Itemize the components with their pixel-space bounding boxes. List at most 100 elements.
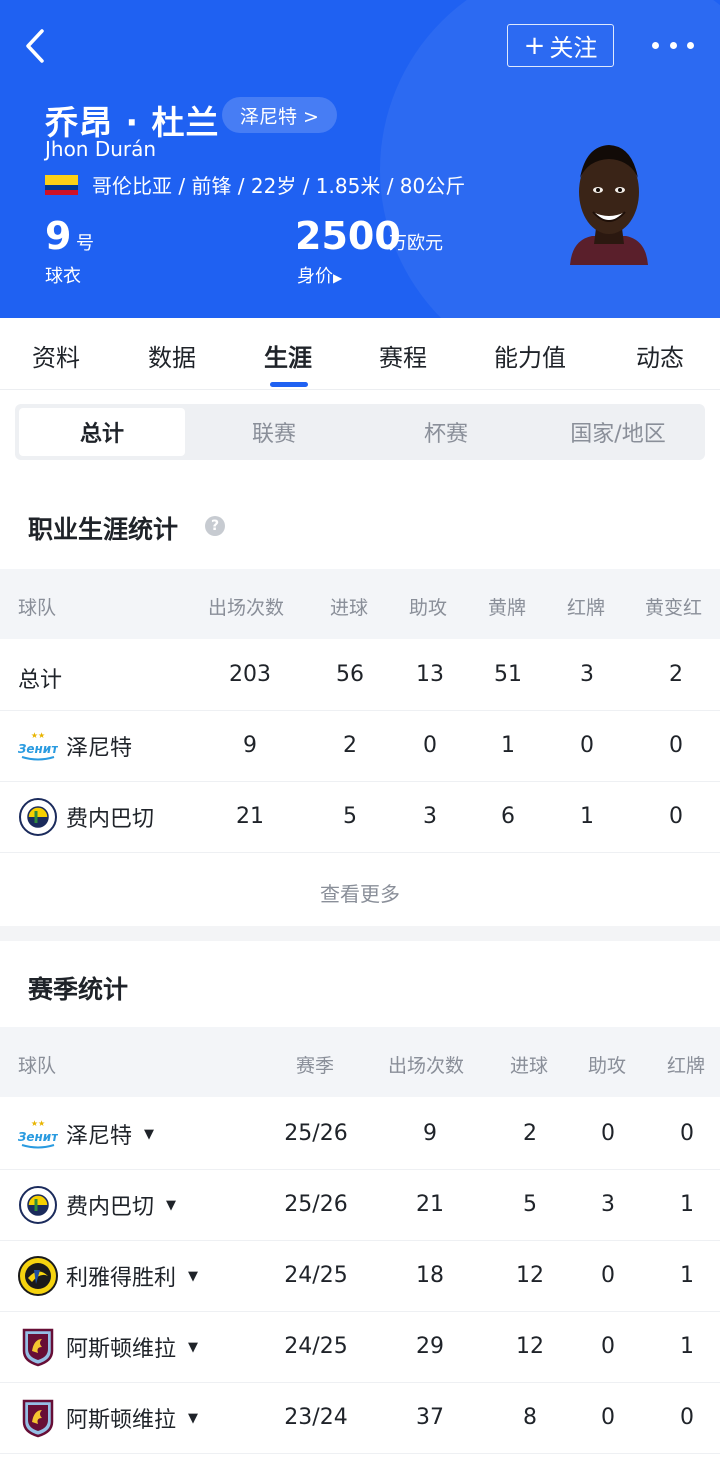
assists-value: 3	[601, 1192, 615, 1217]
table-row[interactable]: 费内巴切 ▼ 25/26 21 5 3 1	[0, 1170, 720, 1241]
svg-text:Зенит: Зенит	[18, 1130, 58, 1144]
season-stats-card: 赛季统计 球队 赛季 出场次数 进球 助攻 红牌 ★★ Зенит 泽尼特 ▼ 2…	[0, 941, 720, 1462]
team-name: 费内巴切	[66, 807, 155, 832]
colombia-flag-icon	[45, 174, 78, 195]
season-table-header: 球队 赛季 出场次数 进球 助攻 红牌	[0, 1027, 720, 1097]
col-team: 球队	[18, 1055, 57, 1077]
caret-down-icon[interactable]: ▼	[166, 1198, 176, 1213]
tab-ability[interactable]: 能力值	[494, 338, 566, 373]
follow-button[interactable]: + 关注	[507, 24, 614, 67]
red-value: 1	[680, 1192, 694, 1217]
team-name: 泽尼特	[66, 1124, 133, 1149]
table-row[interactable]: ★★ Зенит 泽尼特 9 2 0 1 0 0	[0, 711, 720, 782]
svg-text:Зенит: Зенит	[18, 742, 58, 756]
play-arrow-icon: ▶	[333, 271, 343, 285]
table-row[interactable]: 利雅得胜利 ▼ 24/25 18 12 0 1	[0, 1241, 720, 1312]
red-value: 0	[580, 733, 594, 758]
team-name: 阿斯顿维拉	[66, 1408, 177, 1433]
table-row[interactable]: 费内巴切 21 5 3 6 1 0	[0, 782, 720, 853]
assists-value: 0	[601, 1334, 615, 1359]
shirt-label: 球衣	[45, 266, 81, 287]
col-second-yellow: 黄变红	[645, 597, 703, 619]
zenit-logo-icon: ★★ Зенит	[18, 726, 58, 766]
goals-value: 2	[523, 1121, 537, 1146]
second-yellow-value: 0	[669, 804, 683, 829]
team-cell: 费内巴切 ▼	[18, 1184, 176, 1226]
dot-icon	[669, 41, 677, 49]
red-value: 1	[680, 1263, 694, 1288]
segment-container: 总计 联赛 杯赛 国家/地区	[0, 390, 720, 476]
team-name: 泽尼特	[66, 736, 133, 761]
table-row[interactable]: 阿斯顿维拉 ▼ 23/24 37 8 0 0	[0, 1383, 720, 1454]
active-tab-indicator	[270, 382, 308, 387]
team-name: 利雅得胜利	[66, 1266, 177, 1291]
assists-value: 13	[416, 662, 444, 687]
svg-text:★★: ★★	[31, 731, 45, 740]
player-photo	[570, 145, 648, 265]
team-cell: 阿斯顿维拉 ▼	[18, 1397, 198, 1439]
season-value: 24/25	[284, 1263, 348, 1288]
col-team: 球队	[18, 597, 57, 619]
tab-bar: 资料 数据 生涯 赛程 能力值 动态	[0, 318, 720, 390]
season-value: 25/26	[284, 1192, 348, 1217]
market-value: 2500	[295, 214, 401, 258]
apps-value: 29	[416, 1334, 444, 1359]
red-value: 0	[680, 1405, 694, 1430]
shirt-unit: 号	[76, 233, 94, 254]
season-value: 24/25	[284, 1334, 348, 1359]
team-cell: 利雅得胜利 ▼	[18, 1255, 198, 1297]
segment-league[interactable]: 联赛	[191, 408, 357, 456]
al-nassr-logo-icon	[18, 1256, 58, 1296]
goals-value: 12	[516, 1334, 544, 1359]
help-icon[interactable]: ?	[205, 516, 225, 536]
caret-down-icon[interactable]: ▼	[188, 1269, 198, 1284]
segment-national[interactable]: 国家/地区	[535, 408, 701, 456]
goals-value: 8	[523, 1405, 537, 1430]
apps-value: 9	[243, 733, 257, 758]
goals-value: 56	[336, 662, 364, 687]
apps-value: 21	[236, 804, 264, 829]
col-yellow: 黄牌	[488, 597, 527, 619]
apps-value: 18	[416, 1263, 444, 1288]
apps-value: 9	[423, 1121, 437, 1146]
segment-cup[interactable]: 杯赛	[363, 408, 529, 456]
tab-profile[interactable]: 资料	[32, 338, 80, 373]
zenit-logo-icon: ★★ Зенит	[18, 1114, 58, 1154]
stats-scope-segment: 总计 联赛 杯赛 国家/地区	[15, 404, 705, 460]
team-cell: ★★ Зенит 泽尼特 ▼	[18, 1113, 154, 1155]
caret-down-icon[interactable]: ▼	[188, 1411, 198, 1426]
career-table-header: 球队 出场次数 进球 助攻 黄牌 红牌 黄变红	[0, 569, 720, 639]
tab-career[interactable]: 生涯	[264, 338, 312, 373]
market-value-link[interactable]: 身价▶	[297, 262, 342, 288]
segment-total[interactable]: 总计	[19, 408, 185, 456]
apps-value: 203	[229, 662, 271, 687]
yellow-value: 1	[501, 733, 515, 758]
back-button[interactable]	[18, 26, 54, 66]
follow-label: 关注	[549, 34, 598, 62]
tab-schedule[interactable]: 赛程	[379, 338, 427, 373]
red-value: 3	[580, 662, 594, 687]
assists-value: 0	[601, 1121, 615, 1146]
shirt-number: 9	[45, 214, 72, 258]
chevron-left-icon	[26, 29, 44, 63]
col-apps: 出场次数	[388, 1055, 465, 1077]
team-cell: 阿斯顿维拉 ▼	[18, 1326, 198, 1368]
more-button[interactable]	[652, 34, 694, 56]
col-red: 红牌	[667, 1055, 706, 1077]
season-value: 25/26	[284, 1121, 348, 1146]
assists-value: 0	[601, 1263, 615, 1288]
view-more-link[interactable]: 查看更多	[0, 878, 720, 907]
season-section-title: 赛季统计	[28, 975, 129, 1004]
apps-value: 21	[416, 1192, 444, 1217]
caret-down-icon[interactable]: ▼	[188, 1340, 198, 1355]
yellow-value: 51	[494, 662, 522, 687]
dot-icon	[652, 41, 659, 49]
tab-news[interactable]: 动态	[636, 338, 684, 373]
table-row[interactable]: ★★ Зенит 泽尼特 ▼ 25/26 9 2 0 0	[0, 1099, 720, 1170]
team-chip[interactable]: 泽尼特 >	[222, 97, 337, 133]
table-row[interactable]: 总计 203 56 13 51 3 2	[0, 640, 720, 711]
tab-stats[interactable]: 数据	[148, 338, 196, 373]
table-row[interactable]: 阿斯顿维拉 ▼ 24/25 29 12 0 1	[0, 1312, 720, 1383]
team-cell: 费内巴切	[18, 796, 154, 838]
caret-down-icon[interactable]: ▼	[144, 1127, 154, 1142]
